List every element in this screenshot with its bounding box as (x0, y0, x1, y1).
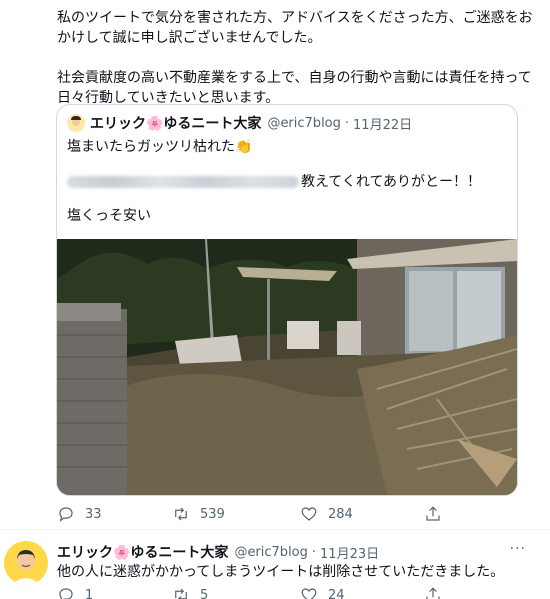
quoted-text-line-1: 塩まいたらガッツリ枯れた👏 (67, 139, 253, 155)
reply-reply-button[interactable]: 1 (57, 586, 93, 599)
quoted-author-name[interactable]: エリック🌸ゆるニート大家 (90, 113, 261, 133)
quoted-text-line-2: 教えてくれてありがとー！！ (67, 172, 481, 192)
meta-separator: · (311, 544, 317, 560)
tweet-paragraph-2: 社会貢献度の高い不動産業をする上で、自身の行動や言動には責任を持って日々行動して… (57, 70, 532, 106)
quoted-photo[interactable] (57, 239, 517, 495)
blurred-text (67, 176, 299, 188)
share-button[interactable] (424, 505, 452, 523)
reply-retweet-count: 5 (200, 587, 209, 599)
more-icon[interactable]: ··· (510, 541, 526, 557)
tweet-text: 私のツイートで気分を害された方、アドバイスをくださった方、ご迷惑をおかけして誠に… (57, 8, 535, 108)
quoted-text-line-3: 塩くっそ安い (67, 208, 151, 224)
retweet-button[interactable]: 539 (172, 505, 225, 523)
like-count: 284 (328, 506, 353, 522)
share-icon (426, 587, 440, 599)
reply-text: 他の人に迷惑がかかってしまうツイートは削除させていただきました。 (57, 564, 505, 580)
quoted-tweet-date[interactable]: 11月22日 (353, 114, 412, 133)
reply-actions: 1 5 24 (57, 586, 477, 599)
quoted-text-line-2-suffix: 教えてくれてありがとー！！ (301, 174, 482, 190)
quoted-tweet[interactable]: エリック🌸ゆるニート大家 @eric7blog · 11月22日 塩まいたらガッ… (56, 104, 518, 496)
tweet-actions: 33 539 284 (57, 505, 457, 525)
retweet-count: 539 (200, 506, 225, 522)
reply-date[interactable]: 11月23日 (320, 543, 379, 562)
meta-separator: · (344, 115, 350, 131)
like-button[interactable]: 284 (300, 505, 353, 523)
like-icon (301, 588, 317, 599)
quoted-author-handle[interactable]: @eric7blog (267, 116, 340, 131)
avatar-illustration (4, 541, 48, 585)
reply-like-button[interactable]: 24 (300, 586, 345, 599)
divider (0, 529, 550, 530)
reply-icon (59, 588, 73, 599)
retweet-icon (175, 588, 187, 599)
reply-author-handle[interactable]: @eric7blog (234, 545, 307, 560)
reply-button[interactable]: 33 (57, 505, 102, 523)
garden-photo-illustration (57, 239, 517, 495)
tweet-paragraph-1: 私のツイートで気分を害された方、アドバイスをくださった方、ご迷惑をおかけして誠に… (57, 10, 533, 46)
reply-share-button[interactable] (424, 586, 452, 599)
like-icon (301, 507, 317, 521)
reply-author-name[interactable]: エリック🌸ゆるニート大家 (57, 542, 228, 562)
reply-like-count: 24 (328, 587, 345, 599)
reply-header: エリック🌸ゆるニート大家 @eric7blog · 11月23日 (57, 542, 379, 562)
reply-icon (59, 507, 73, 522)
quoted-author-avatar[interactable] (67, 114, 85, 132)
retweet-icon (175, 507, 187, 521)
reply-reply-count: 1 (85, 587, 94, 599)
share-icon (426, 506, 440, 521)
reply-count: 33 (85, 506, 102, 522)
avatar[interactable] (4, 541, 48, 585)
quoted-tweet-header: エリック🌸ゆるニート大家 @eric7blog · 11月22日 (67, 113, 412, 133)
reply-retweet-button[interactable]: 5 (172, 586, 208, 599)
